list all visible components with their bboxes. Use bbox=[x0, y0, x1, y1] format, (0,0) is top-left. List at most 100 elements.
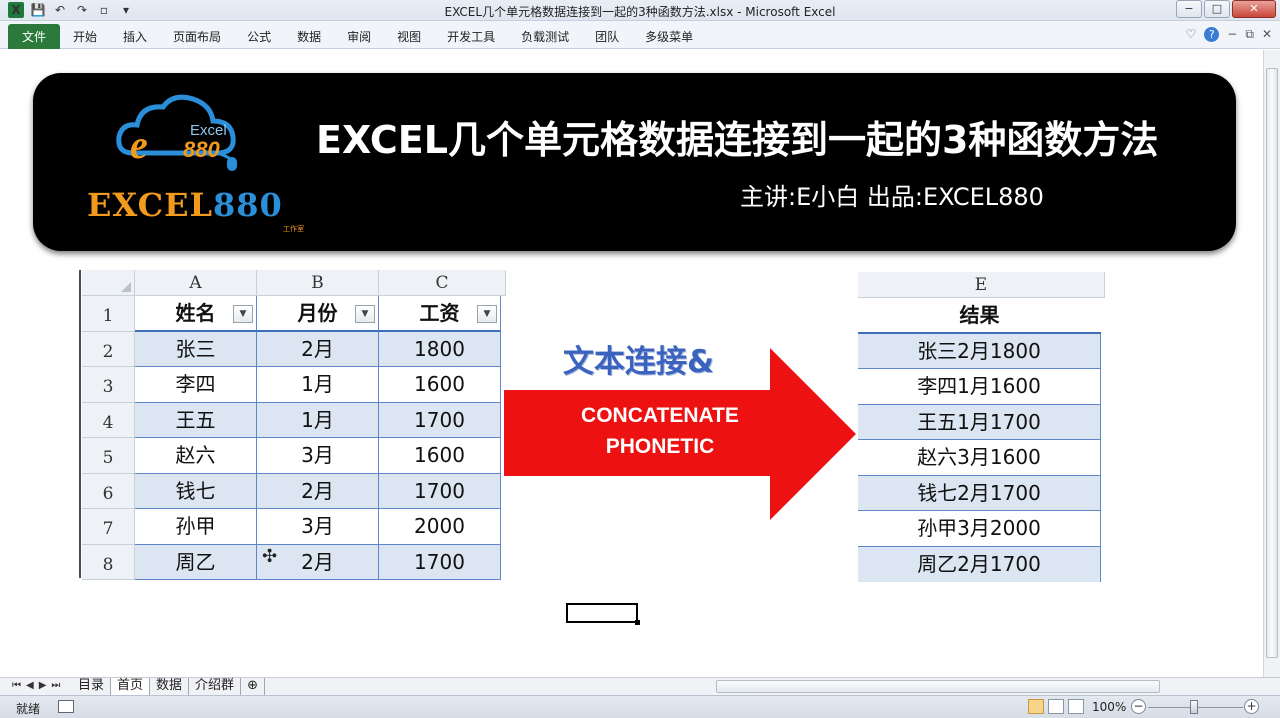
row-header[interactable]: 7 bbox=[82, 509, 135, 545]
status-ready: 就绪 bbox=[16, 702, 41, 716]
header-cell-salary[interactable]: 工资 ▼ bbox=[379, 296, 501, 332]
help-icon[interactable]: ? bbox=[1204, 27, 1220, 42]
table-cell[interactable]: 赵六3月1600 bbox=[858, 440, 1101, 476]
column-header-a[interactable]: A bbox=[135, 270, 257, 296]
collapse-ribbon-icon[interactable]: ♡ bbox=[1186, 27, 1197, 42]
table-cell[interactable]: 张三2月1800 bbox=[858, 333, 1101, 369]
row-header[interactable]: 5 bbox=[82, 438, 135, 474]
doc-restore-icon[interactable]: ⧉ bbox=[1245, 27, 1254, 42]
table-cell[interactable]: 1月 bbox=[257, 402, 379, 438]
tab-multilevel-menu[interactable]: 多级菜单 bbox=[632, 24, 706, 49]
vertical-scroll-thumb[interactable] bbox=[1266, 68, 1278, 658]
page-layout-view-icon[interactable] bbox=[1048, 699, 1064, 714]
filter-dropdown-icon[interactable]: ▼ bbox=[233, 305, 253, 323]
table-cell[interactable]: 张三 bbox=[135, 331, 257, 367]
last-sheet-icon[interactable]: ⏭ bbox=[51, 680, 60, 691]
close-button[interactable]: ✕ bbox=[1232, 0, 1276, 18]
horizontal-scrollbar[interactable] bbox=[716, 680, 1160, 693]
table-row: 6 钱七 2月 1700 bbox=[82, 473, 506, 509]
table-cell[interactable]: 3月 bbox=[257, 509, 379, 545]
first-sheet-icon[interactable]: ⏮ bbox=[12, 680, 21, 691]
table-cell[interactable]: 1700 bbox=[379, 473, 501, 509]
table-cell[interactable]: 周乙2月1700 bbox=[858, 546, 1101, 582]
tab-file[interactable]: 文件 bbox=[8, 24, 61, 49]
table-row: 钱七2月1700 bbox=[858, 475, 1105, 511]
table-cell[interactable]: 孙甲 bbox=[135, 509, 257, 545]
table-cell[interactable]: 2月 bbox=[257, 473, 379, 509]
table-cell[interactable]: 1600 bbox=[379, 367, 501, 403]
tab-page-layout[interactable]: 页面布局 bbox=[160, 24, 234, 49]
tab-home[interactable]: 开始 bbox=[60, 24, 110, 49]
table-cell[interactable]: 李四 bbox=[135, 367, 257, 403]
arrow-label-phonetic: PHONETIC bbox=[605, 435, 715, 458]
table-row: 7 孙甲 3月 2000 bbox=[82, 509, 506, 545]
sheet-tab-home[interactable]: 首页 bbox=[111, 678, 151, 695]
table-row: 8 周乙 2月 1700 bbox=[82, 544, 506, 580]
header-cell-month[interactable]: 月份 ▼ bbox=[257, 296, 379, 332]
zoom-in-icon[interactable]: + bbox=[1244, 699, 1259, 714]
arrow-head bbox=[770, 348, 856, 520]
banner-title: EXCEL几个单元格数据连接到一起的3种函数方法 bbox=[316, 118, 1159, 162]
select-all-corner[interactable] bbox=[82, 270, 135, 296]
table-cell[interactable]: 1700 bbox=[379, 544, 501, 580]
row-header[interactable]: 1 bbox=[82, 296, 135, 332]
tab-developer[interactable]: 开发工具 bbox=[434, 24, 508, 49]
table-cell[interactable]: 1800 bbox=[379, 331, 501, 367]
sheet-tab-data[interactable]: 数据 bbox=[150, 678, 190, 695]
filter-dropdown-icon[interactable]: ▼ bbox=[355, 305, 375, 323]
tab-view[interactable]: 视图 bbox=[384, 24, 434, 49]
table-cell[interactable]: 李四1月1600 bbox=[858, 369, 1101, 405]
row-header[interactable]: 8 bbox=[82, 544, 135, 580]
table-cell[interactable]: 2月 bbox=[257, 331, 379, 367]
insert-sheet-icon[interactable]: ⊕ bbox=[241, 678, 265, 695]
maximize-button[interactable]: □ bbox=[1204, 0, 1230, 18]
doc-close-icon[interactable]: ✕ bbox=[1262, 27, 1272, 42]
tab-team[interactable]: 团队 bbox=[582, 24, 632, 49]
next-sheet-icon[interactable]: ▶ bbox=[39, 680, 47, 691]
table-cell[interactable]: 3月 bbox=[257, 438, 379, 474]
table-cell[interactable]: 钱七2月1700 bbox=[858, 475, 1101, 511]
zoom-out-icon[interactable]: − bbox=[1131, 699, 1146, 714]
doc-minimize-icon[interactable]: − bbox=[1227, 27, 1237, 42]
sheet-tab-intro-group[interactable]: 介绍群 bbox=[189, 678, 242, 695]
ribbon-tabs: 文件 开始 插入 页面布局 公式 数据 审阅 视图 开发工具 负载测试 团队 多… bbox=[8, 24, 706, 49]
column-header-b[interactable]: B bbox=[257, 270, 379, 296]
table-cell[interactable]: 1月 bbox=[257, 367, 379, 403]
table-cell[interactable]: 周乙 bbox=[135, 544, 257, 580]
tab-load-test[interactable]: 负载测试 bbox=[508, 24, 582, 49]
tab-data[interactable]: 数据 bbox=[284, 24, 334, 49]
header-cell-name[interactable]: 姓名 ▼ bbox=[135, 296, 257, 332]
row-header[interactable]: 2 bbox=[82, 331, 135, 367]
prev-sheet-icon[interactable]: ◀ bbox=[26, 680, 34, 691]
macro-record-icon[interactable] bbox=[58, 700, 74, 713]
row-header[interactable]: 6 bbox=[82, 473, 135, 509]
minimize-button[interactable]: − bbox=[1176, 0, 1202, 18]
table-cell[interactable]: 王五1月1700 bbox=[858, 404, 1101, 440]
table-cell[interactable]: 2000 bbox=[379, 509, 501, 545]
table-cell[interactable]: 1700 bbox=[379, 402, 501, 438]
arrow-body bbox=[504, 390, 772, 476]
active-cell-selection[interactable] bbox=[566, 603, 640, 625]
table-cell[interactable]: 孙甲3月2000 bbox=[858, 511, 1101, 547]
sheet-tab-catalog[interactable]: 目录 bbox=[72, 678, 112, 695]
row-header[interactable]: 4 bbox=[82, 402, 135, 438]
row-header[interactable]: 3 bbox=[82, 367, 135, 403]
page-break-view-icon[interactable] bbox=[1068, 699, 1084, 714]
filter-dropdown-icon[interactable]: ▼ bbox=[477, 305, 497, 323]
tab-review[interactable]: 审阅 bbox=[334, 24, 384, 49]
table-cell[interactable]: 王五 bbox=[135, 402, 257, 438]
vertical-scrollbar[interactable] bbox=[1263, 50, 1280, 678]
tab-insert[interactable]: 插入 bbox=[110, 24, 160, 49]
table-cell[interactable]: 1600 bbox=[379, 438, 501, 474]
normal-view-icon[interactable] bbox=[1028, 699, 1044, 714]
mouse-cursor-icon: ✣ bbox=[262, 546, 278, 567]
column-header-e[interactable]: E bbox=[858, 272, 1105, 298]
table-cell[interactable]: 钱七 bbox=[135, 473, 257, 509]
column-header-c[interactable]: C bbox=[379, 270, 506, 296]
table-cell[interactable]: 赵六 bbox=[135, 438, 257, 474]
zoom-level[interactable]: 100% bbox=[1092, 700, 1126, 714]
zoom-slider-knob[interactable] bbox=[1190, 700, 1198, 714]
tab-formulas[interactable]: 公式 bbox=[234, 24, 284, 49]
header-cell-result[interactable]: 结果 bbox=[858, 298, 1101, 334]
title-banner: e Excel 880 EXCEL880 工作室 EXCEL几个单元格数据连接到… bbox=[33, 73, 1236, 251]
